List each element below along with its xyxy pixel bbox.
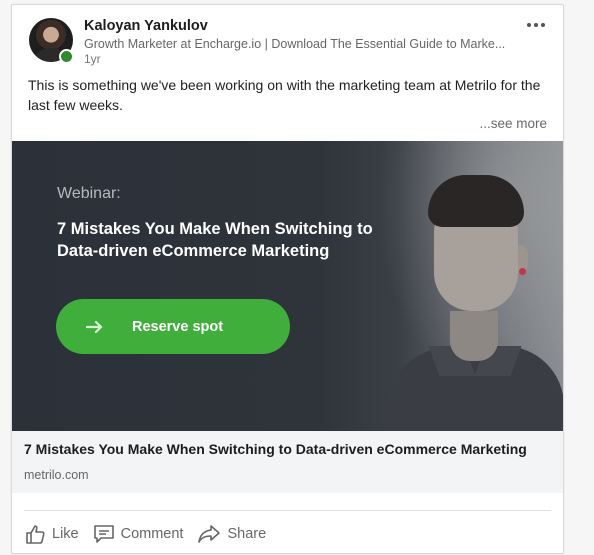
link-preview-title[interactable]: 7 Mistakes You Make When Switching to Da… — [24, 441, 554, 457]
banner-title: 7 Mistakes You Make When Switching to Da… — [57, 220, 373, 260]
reserve-spot-label: Reserve spot — [132, 318, 224, 335]
post-text: This is something we've been working on … — [28, 77, 541, 113]
thumbs-up-icon — [24, 523, 46, 545]
post-timestamp: 1yr — [84, 52, 101, 66]
see-more-link[interactable]: ...see more — [479, 116, 547, 131]
share-label: Share — [227, 526, 267, 542]
banner-label: Webinar: — [57, 185, 121, 202]
webinar-banner-image[interactable]: Webinar: 7 Mistakes You Make When Switch… — [12, 141, 563, 431]
comment-button[interactable]: Comment — [93, 524, 184, 544]
arrow-right-icon — [86, 320, 108, 334]
online-status-indicator — [59, 49, 74, 64]
like-label: Like — [52, 526, 79, 542]
comment-icon — [93, 524, 115, 544]
like-button[interactable]: Like — [24, 523, 79, 545]
author-name[interactable]: Kaloyan Yankulov — [84, 18, 208, 34]
author-headline: Growth Marketer at Encharge.io | Downloa… — [84, 37, 506, 51]
speaker-photo — [384, 171, 563, 431]
reserve-spot-button[interactable]: Reserve spot — [56, 299, 290, 354]
actions-divider — [24, 510, 551, 511]
feed-post-card: Kaloyan Yankulov Growth Marketer at Ench… — [11, 4, 564, 554]
link-preview-domain: metrilo.com — [24, 468, 89, 482]
share-button[interactable]: Share — [197, 524, 266, 544]
social-actions-bar: Like Comment Share — [24, 519, 280, 549]
share-arrow-icon — [197, 524, 221, 544]
post-options-menu-icon[interactable] — [522, 15, 550, 35]
comment-label: Comment — [120, 526, 184, 542]
